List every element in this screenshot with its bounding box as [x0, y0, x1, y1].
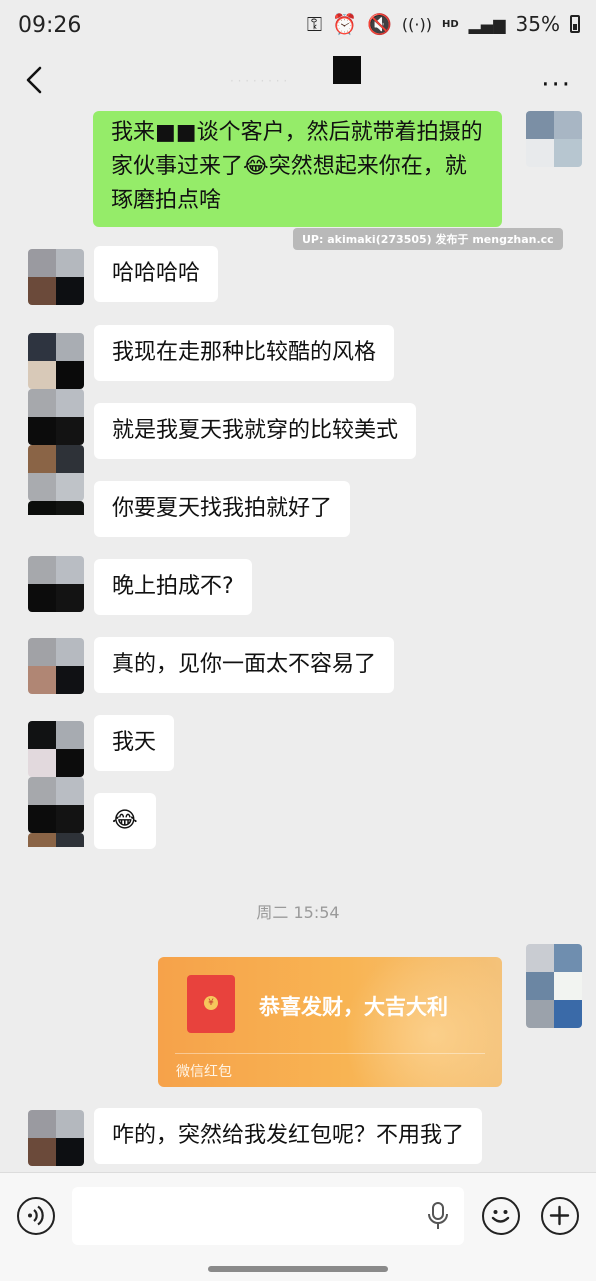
- alarm-icon: ⏰: [332, 12, 357, 36]
- more-button[interactable]: ···: [541, 70, 572, 100]
- message-text: 晚上拍成不?: [112, 574, 234, 599]
- signal-icon: ▂▄▆: [468, 14, 506, 34]
- chat-header: · · · · · · · · ···: [0, 54, 596, 106]
- microphone-icon[interactable]: [426, 1201, 450, 1231]
- message-bubble-received[interactable]: 我现在走那种比较酷的风格: [94, 325, 395, 381]
- message-bubble-received[interactable]: 我天: [94, 715, 175, 771]
- message-text: 就是我夏天我就穿的比较美式: [112, 418, 399, 443]
- message-bubble-received[interactable]: 你要夏天找我拍就好了: [94, 481, 351, 537]
- contact-avatar[interactable]: [28, 556, 84, 612]
- my-avatar[interactable]: [526, 944, 582, 1028]
- key-icon: ⚿: [306, 12, 323, 36]
- back-button[interactable]: [18, 62, 54, 98]
- more-dots-icon: ···: [541, 70, 572, 100]
- contact-avatar[interactable]: [28, 638, 84, 694]
- emoji-icon: [491, 1210, 510, 1223]
- message-text: 😂: [112, 808, 138, 833]
- watermark: UP: akimaki(273505) 发布于 mengzhan.cc: [293, 228, 563, 250]
- message-text: 我现在走那种比较酷的风格: [112, 340, 377, 365]
- chat-title-faint: · · · · · · · ·: [230, 74, 288, 88]
- chat-timestamp: 周二 15:54: [256, 903, 340, 922]
- status-bar: 09:26 ⚿ ⏰ 🔇 ((·)) HD ▂▄▆ 35%: [0, 0, 596, 54]
- red-envelope-icon: ¥: [187, 975, 235, 1033]
- contact-avatar[interactable]: [28, 333, 84, 389]
- contact-avatar[interactable]: [28, 777, 84, 833]
- message-input[interactable]: [72, 1187, 464, 1245]
- message-text: 你要夏天找我拍就好了: [112, 496, 333, 521]
- message-text: 真的，见你一面太不容易了: [112, 652, 377, 677]
- voice-icon: [28, 1205, 44, 1226]
- mute-icon: 🔇: [366, 12, 392, 36]
- message-bubble-received[interactable]: 真的，见你一面太不容易了: [94, 637, 395, 693]
- message-text: 哈哈哈哈: [112, 261, 201, 286]
- message-text: 我天: [112, 730, 157, 755]
- emoji-button[interactable]: [482, 1197, 520, 1235]
- contact-avatar[interactable]: [28, 501, 84, 529]
- contact-avatar[interactable]: [28, 833, 84, 861]
- contact-avatar[interactable]: [28, 249, 84, 305]
- battery-percent: 35%: [515, 12, 560, 36]
- chevron-left-icon: [26, 66, 42, 94]
- coin-icon: ¥: [204, 996, 218, 1010]
- message-bubble-received[interactable]: 咋的，突然给我发红包呢？不用我了: [94, 1108, 483, 1164]
- message-bubble-received[interactable]: 哈哈哈哈: [94, 246, 219, 302]
- contact-avatar[interactable]: [28, 721, 84, 777]
- home-indicator[interactable]: [208, 1266, 388, 1272]
- red-packet-divider: [175, 1053, 485, 1054]
- input-bar: [0, 1172, 596, 1281]
- battery-icon: [570, 15, 580, 33]
- red-packet-label: 微信红包: [176, 1064, 232, 1080]
- message-text: 咋的，突然给我发红包呢？不用我了: [112, 1123, 465, 1148]
- contact-avatar[interactable]: [28, 445, 84, 501]
- status-time: 09:26: [18, 13, 82, 38]
- message-bubble-sent[interactable]: 我来■■谈个客户，然后就带着拍摄的家伙事过来了😂突然想起来你在，就琢磨拍点啥: [93, 111, 502, 227]
- plus-icon: [549, 1205, 570, 1226]
- message-bubble-received[interactable]: 就是我夏天我就穿的比较美式: [94, 403, 417, 459]
- add-button[interactable]: [541, 1197, 579, 1235]
- red-packet-title: 恭喜发财，大吉大利: [259, 995, 448, 1019]
- message-text: 我来■■谈个客户，然后就带着拍摄的家伙事过来了😂突然想起来你在，就琢磨拍点啥: [111, 120, 483, 213]
- red-packet-decoration: [332, 957, 502, 1087]
- chat-title-redacted: [333, 56, 361, 84]
- status-icons: ⚿ ⏰ 🔇 ((·)) HD ▂▄▆ 35%: [307, 12, 580, 36]
- red-packet-message[interactable]: ¥ 恭喜发财，大吉大利 微信红包: [158, 957, 502, 1087]
- my-avatar[interactable]: [526, 111, 582, 167]
- contact-avatar[interactable]: [28, 1110, 84, 1166]
- message-bubble-received[interactable]: 😂: [94, 793, 156, 849]
- message-bubble-received[interactable]: 晚上拍成不?: [94, 559, 252, 615]
- wifi-icon: ((·)): [401, 14, 432, 34]
- network-type-label: HD: [441, 18, 459, 30]
- voice-button[interactable]: [17, 1197, 55, 1235]
- contact-avatar[interactable]: [28, 389, 84, 445]
